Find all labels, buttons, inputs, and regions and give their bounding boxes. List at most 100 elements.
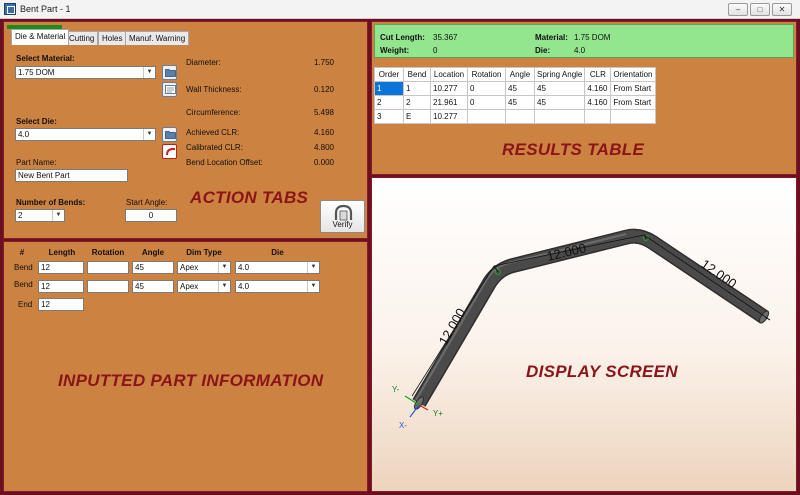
achieved-clr-label: Achieved CLR: xyxy=(186,128,240,137)
results-col-clr: CLR xyxy=(584,67,612,82)
bend-2-length-input[interactable]: 12 xyxy=(38,280,84,293)
table-cell[interactable]: 10.277 xyxy=(430,81,468,96)
table-row[interactable]: 2 2 21.961 0 45 45 4.160 From Start xyxy=(374,95,656,110)
table-cell[interactable]: 1 xyxy=(374,81,404,96)
action-tabs-panel: Die & Material Cutting Holes Manuf. Warn… xyxy=(3,21,368,239)
table-cell[interactable]: 21.961 xyxy=(430,95,468,110)
maximize-button[interactable]: □ xyxy=(750,3,770,16)
results-col-location: Location xyxy=(430,67,468,82)
chevron-down-icon: ▼ xyxy=(143,129,155,140)
bender-icon xyxy=(334,204,353,221)
table-cell[interactable]: 45 xyxy=(505,81,535,96)
bend-1-dim-type-value: Apex xyxy=(180,263,199,272)
results-table-annotation: RESULTS TABLE xyxy=(502,140,645,159)
main-area: Die & Material Cutting Holes Manuf. Warn… xyxy=(0,19,800,495)
results-table: Order Bend Location Rotation Angle Sprin… xyxy=(374,67,656,124)
table-cell[interactable] xyxy=(610,109,656,124)
column-header-dim-type: Dim Type xyxy=(186,248,222,257)
chevron-down-icon: ▼ xyxy=(143,67,155,78)
table-row[interactable]: 3 E 10.277 xyxy=(374,109,656,124)
display-screen-annotation: DISPLAY SCREEN xyxy=(526,362,678,381)
material-browse-button[interactable] xyxy=(162,65,177,80)
start-angle-input[interactable]: 0 xyxy=(125,209,177,222)
bend-2-die-value: 4.0 xyxy=(238,282,250,291)
table-cell[interactable]: 3 xyxy=(374,109,404,124)
table-cell[interactable]: From Start xyxy=(610,95,656,110)
table-cell[interactable] xyxy=(533,109,586,124)
die-select[interactable]: 4.0 ▼ xyxy=(15,128,156,141)
chevron-down-icon: ▼ xyxy=(218,262,230,273)
verify-label: Verify xyxy=(332,220,353,229)
diameter-value: 1.750 xyxy=(313,58,334,67)
summary-material-value: 1.75 DOM xyxy=(574,33,611,42)
title-bar: Bent Part - 1 – □ ✕ xyxy=(0,0,800,19)
bend-1-rotation-input[interactable] xyxy=(87,261,129,274)
circumference-value: 5.498 xyxy=(313,108,334,117)
material-list-icon xyxy=(165,85,176,94)
bend-2-rotation-input[interactable] xyxy=(87,280,129,293)
bend-1-length-input[interactable]: 12 xyxy=(38,261,84,274)
table-cell[interactable]: 45 xyxy=(533,95,586,110)
results-col-bend: Bend xyxy=(403,67,431,82)
dimension-label: 12.000 xyxy=(545,240,587,264)
column-header-rotation: Rotation xyxy=(91,248,125,257)
table-cell[interactable]: 10.277 xyxy=(430,109,468,124)
circumference-label: Circumference: xyxy=(186,108,241,117)
window-title: Bent Part - 1 xyxy=(20,4,71,14)
table-row[interactable]: 1 1 10.277 0 45 45 4.160 From Start xyxy=(374,81,656,96)
table-cell[interactable]: 45 xyxy=(505,95,535,110)
table-cell[interactable]: 2 xyxy=(403,95,431,110)
table-cell[interactable] xyxy=(467,109,506,124)
tab-cutting[interactable]: Cutting xyxy=(65,31,99,45)
weight-value: 0 xyxy=(433,46,438,55)
verify-button[interactable]: Verify xyxy=(320,200,365,233)
part-3d-view[interactable]: 12.000 12.000 12.000 Y- Y+ X- xyxy=(372,178,796,491)
table-cell[interactable]: 45 xyxy=(533,81,586,96)
cut-length-label: Cut Length: xyxy=(380,33,425,42)
end-length-input[interactable]: 12 xyxy=(38,298,84,311)
part-input-annotation: INPUTTED PART INFORMATION xyxy=(58,371,324,390)
bend-2-die-select[interactable]: 4.0 ▼ xyxy=(235,280,320,293)
part-input-panel: # Length Rotation Angle Dim Type Die Ben… xyxy=(3,241,368,492)
bend-1-angle-input[interactable]: 45 xyxy=(132,261,174,274)
table-cell[interactable]: 2 xyxy=(374,95,404,110)
tab-holes[interactable]: Holes xyxy=(98,31,127,45)
part-name-input[interactable]: New Bent Part xyxy=(15,169,128,182)
bend-2-dim-type-select[interactable]: Apex ▼ xyxy=(177,280,231,293)
table-cell[interactable]: 4.160 xyxy=(584,81,612,96)
die-browse-button[interactable] xyxy=(162,127,177,142)
table-cell[interactable] xyxy=(505,109,535,124)
table-cell[interactable]: 4.160 xyxy=(584,95,612,110)
bend-1-dim-type-select[interactable]: Apex ▼ xyxy=(177,261,231,274)
number-of-bends-select[interactable]: 2 ▼ xyxy=(15,209,65,222)
table-cell[interactable]: 1 xyxy=(403,81,431,96)
chevron-down-icon: ▼ xyxy=(307,281,319,292)
calibrated-clr-label: Calibrated CLR: xyxy=(186,143,243,152)
bend-1-die-select[interactable]: 4.0 ▼ xyxy=(235,261,320,274)
material-select-value: 1.75 DOM xyxy=(18,68,55,77)
chevron-down-icon: ▼ xyxy=(52,210,64,221)
results-col-angle: Angle xyxy=(505,67,535,82)
wall-thickness-label: Wall Thickness: xyxy=(186,85,242,94)
summary-die-value: 4.0 xyxy=(574,46,586,55)
cut-length-value: 35.367 xyxy=(433,33,458,42)
tab-die-material[interactable]: Die & Material xyxy=(11,29,70,45)
table-cell[interactable]: 0 xyxy=(467,81,506,96)
table-cell[interactable]: From Start xyxy=(610,81,656,96)
action-tabs-annotation: ACTION TABS xyxy=(190,188,309,207)
table-cell[interactable]: 0 xyxy=(467,95,506,110)
part-name-label: Part Name: xyxy=(16,158,57,167)
results-panel: Cut Length: 35.367 Weight: 0 Material: 1… xyxy=(371,21,797,175)
display-panel[interactable]: 12.000 12.000 12.000 Y- Y+ X- DISPLAY SC… xyxy=(371,177,797,492)
table-cell[interactable] xyxy=(584,109,612,124)
close-button[interactable]: ✕ xyxy=(772,3,792,16)
tab-manuf-warning[interactable]: Manuf. Warning xyxy=(125,31,190,45)
material-select[interactable]: 1.75 DOM ▼ xyxy=(15,66,156,79)
start-angle-label: Start Angle: xyxy=(126,198,168,207)
bend-location-offset-value: 0.000 xyxy=(313,158,334,167)
minimize-button[interactable]: – xyxy=(728,3,748,16)
table-cell[interactable]: E xyxy=(403,109,431,124)
material-info-button[interactable] xyxy=(162,82,177,97)
bend-2-angle-input[interactable]: 45 xyxy=(132,280,174,293)
die-info-button[interactable] xyxy=(162,144,177,159)
